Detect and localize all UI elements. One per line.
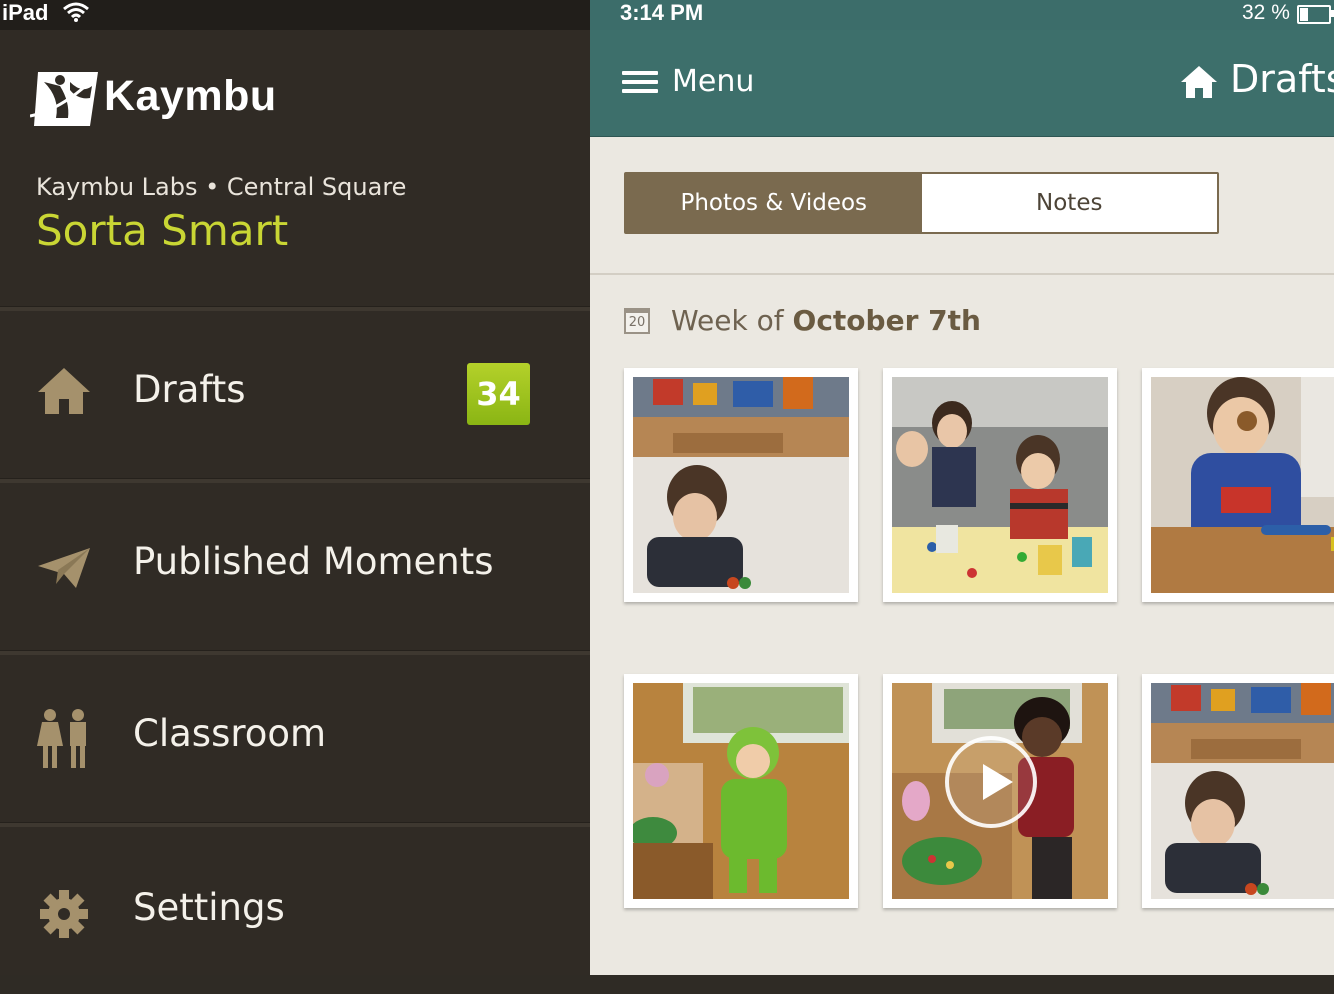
photo-child-at-table [633,377,849,593]
photo-thumbnail[interactable] [883,368,1117,602]
drafts-count-badge: 34 [467,363,530,425]
sidebar-item-published-moments[interactable]: Published Moments [0,482,590,650]
calendar-day: 20 [628,315,646,330]
photo-child-at-table [1151,683,1334,899]
main-panel: Menu Drafts Photos & Videos Notes 20 Wee… [590,30,1334,975]
kaymbu-logo: Kaymbu [30,68,290,130]
sidebar-item-label: Drafts [133,368,246,411]
media-type-tabs: Photos & Videos Notes [624,172,1219,234]
home-icon [38,368,90,414]
sidebar: Kaymbu Kaymbu Labs • Central Square Sort… [0,30,590,975]
paper-plane-icon [38,548,90,588]
sidebar-item-drafts[interactable]: Drafts 34 [0,310,590,478]
brand-name: Kaymbu [104,72,277,120]
photo-thumbnail[interactable] [1142,368,1334,602]
tab-notes[interactable]: Notes [921,174,1217,232]
status-bar: iPad 3:14 PM 32 % [0,0,1334,30]
photo-child-eating [1151,377,1334,593]
class-name: Sorta Smart [36,206,289,255]
photo-thumbnail[interactable] [624,368,858,602]
photo-child-dragon-costume [633,683,849,899]
battery-percent: 32 % [1242,1,1290,24]
school-name: Kaymbu Labs • Central Square [36,173,407,201]
sidebar-item-label: Published Moments [133,540,494,583]
week-label: Week of October 7th [671,304,981,337]
sidebar-item-settings[interactable]: Settings [0,826,590,994]
children-icon [37,709,86,768]
menu-label: Menu [672,64,755,99]
photo-children-painting [892,377,1108,593]
battery-icon [1297,5,1331,24]
device-name: iPad [2,0,49,25]
week-prefix: Week of [671,304,793,337]
gear-icon [40,890,88,938]
kaymbu-logo-icon [30,72,98,126]
week-date: October 7th [792,304,981,337]
sidebar-item-classroom[interactable]: Classroom [0,654,590,822]
home-icon [1181,66,1217,98]
status-time: 3:14 PM [620,0,704,25]
page-title-text: Drafts [1230,57,1334,101]
calendar-icon: 20 [624,308,650,334]
top-bar: Menu Drafts [590,30,1334,137]
wifi-icon [63,2,89,22]
photo-thumbnail[interactable] [1142,674,1334,908]
photo-thumbnail[interactable] [624,674,858,908]
status-bar-left: iPad [0,0,590,30]
sidebar-item-label: Classroom [133,712,327,755]
hamburger-icon [622,71,658,93]
play-icon[interactable] [945,736,1037,828]
tab-photos-videos[interactable]: Photos & Videos [626,174,922,232]
section-divider [590,273,1334,275]
sidebar-item-label: Settings [133,886,285,929]
video-thumbnail[interactable] [883,674,1117,908]
